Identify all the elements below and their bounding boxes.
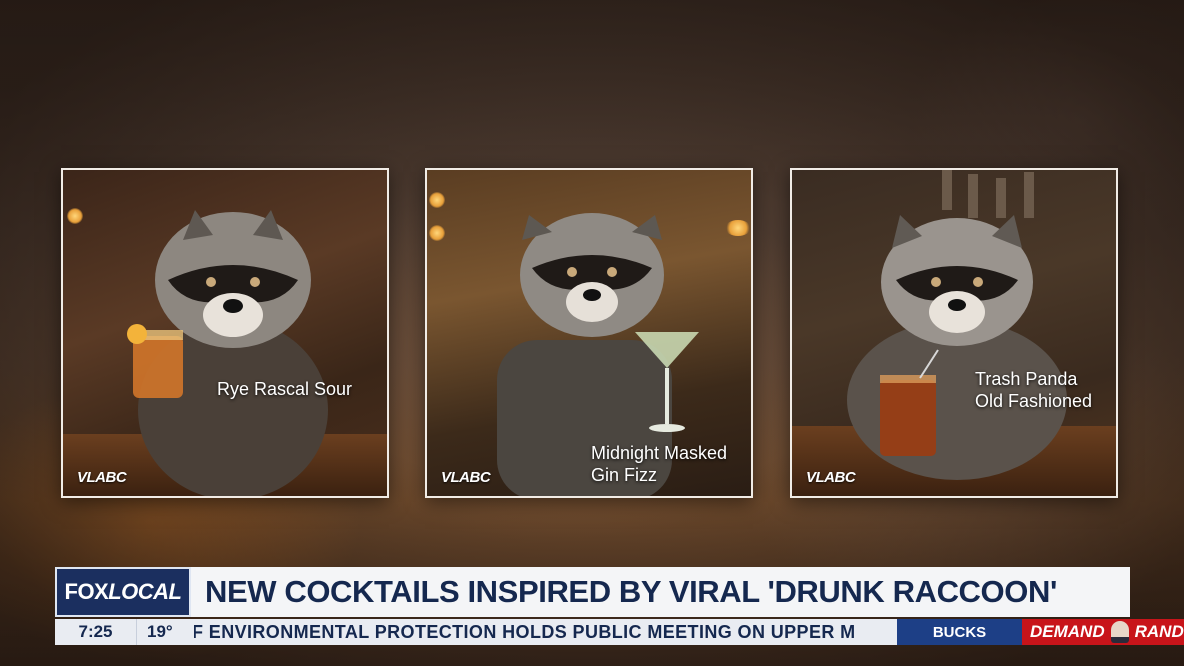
sports-ticker: BUCKS (897, 619, 1022, 645)
cocktail-caption: Trash Panda Old Fashioned (975, 369, 1093, 411)
temperature-display: 19° (136, 619, 194, 645)
vlabc-logo: VLABC (441, 469, 491, 486)
cocktail-caption: Midnight Masked Gin Fizz (591, 443, 728, 485)
promo-right-text: RAND (1134, 622, 1184, 641)
headline-bar: NEW COCKTAILS INSPIRED BY VIRAL 'DRUNK R… (191, 567, 1130, 617)
cocktail-card-trash-panda-old-fashioned: Trash Panda Old Fashioned VLABC (790, 168, 1118, 498)
promo-left-text: DEMAND (1030, 622, 1105, 641)
news-ticker-text: F ENVIRONMENTAL PROTECTION HOLDS PUBLIC … (194, 621, 856, 642)
raccoon-image (127, 210, 328, 496)
host-avatar-icon (1110, 621, 1129, 643)
time-display: 7:25 (55, 619, 136, 645)
vlabc-logo: VLABC (806, 469, 856, 486)
fox-local-logo: FOX LOCAL (55, 567, 191, 617)
news-ticker: F ENVIRONMENTAL PROTECTION HOLDS PUBLIC … (194, 619, 897, 645)
demand-rand-promo: DEMAND RAND (1022, 619, 1184, 645)
cocktail-card-midnight-masked-gin-fizz: Midnight Masked Gin Fizz VLABC (425, 168, 753, 498)
headline-text: NEW COCKTAILS INSPIRED BY VIRAL 'DRUNK R… (205, 574, 1057, 609)
cocktail-caption: Rye Rascal Sour (217, 379, 353, 399)
raccoon-image (847, 170, 1067, 480)
fox-logo-text: FOX (64, 579, 109, 604)
ticker-bar: 7:25 19° F ENVIRONMENTAL PROTECTION HOLD… (55, 619, 1184, 645)
cocktail-card-rye-rascal-sour: Rye Rascal Sour VLABC (61, 168, 389, 498)
local-logo-text: LOCAL (108, 579, 182, 604)
vlabc-logo: VLABC (77, 469, 127, 486)
